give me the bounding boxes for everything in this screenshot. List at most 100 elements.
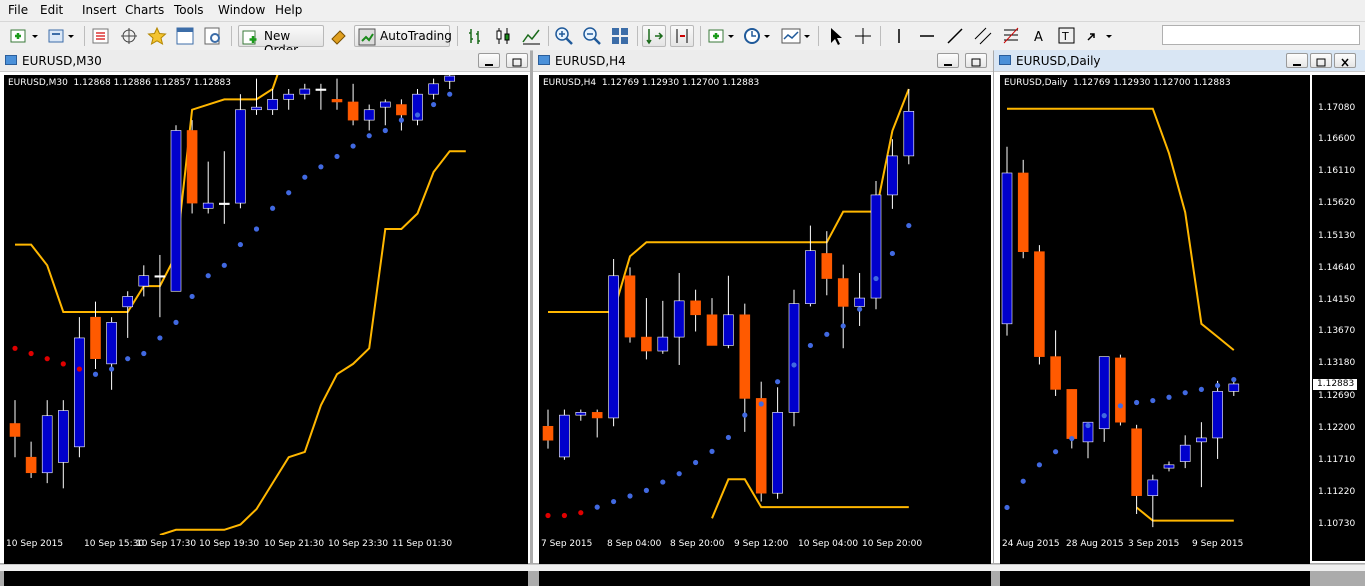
trendline-icon[interactable] bbox=[944, 25, 966, 47]
sar-dot bbox=[286, 190, 292, 196]
sar-dot bbox=[189, 293, 195, 300]
sar-dot bbox=[1231, 376, 1237, 383]
minimize-button[interactable] bbox=[1286, 53, 1308, 68]
bear-candle bbox=[690, 300, 701, 316]
new-chart-icon[interactable] bbox=[8, 25, 40, 47]
fibonacci-icon[interactable] bbox=[1000, 25, 1022, 47]
zoom-in-icon[interactable] bbox=[553, 25, 575, 47]
search-input[interactable] bbox=[1162, 25, 1360, 45]
favorites-icon[interactable] bbox=[146, 25, 168, 47]
envelope-lower-line bbox=[159, 150, 466, 535]
window-titlebar[interactable]: EURUSD,M30 bbox=[0, 50, 530, 72]
sar-dot bbox=[318, 164, 324, 170]
market-watch-icon[interactable] bbox=[90, 25, 112, 47]
new-order-icon bbox=[242, 30, 257, 45]
sar-dot bbox=[1198, 386, 1204, 393]
autotrading-icon bbox=[358, 28, 376, 46]
candlestick-chart-h4[interactable] bbox=[539, 75, 991, 535]
current-price-label: 1.12883 bbox=[1313, 378, 1357, 390]
navigator-icon[interactable] bbox=[118, 25, 140, 47]
chart-shift-icon[interactable] bbox=[670, 25, 694, 47]
time-axis: 24 Aug 2015 28 Aug 2015 3 Sep 2015 9 Sep 20… bbox=[1000, 536, 1310, 556]
crosshair-icon[interactable] bbox=[852, 25, 874, 47]
metaeditor-icon[interactable] bbox=[328, 25, 350, 47]
sar-dot bbox=[1101, 413, 1107, 419]
new-order-button[interactable]: New Order bbox=[238, 25, 324, 57]
toolbar: New Order AutoTrading bbox=[0, 22, 1365, 57]
time-label: 10 Sep 04:00 bbox=[798, 539, 859, 549]
sar-dot bbox=[1134, 399, 1140, 406]
sar-dot bbox=[1085, 422, 1091, 429]
sar-dot bbox=[873, 275, 879, 282]
sar-dot bbox=[1020, 478, 1026, 484]
bull-candle bbox=[379, 101, 391, 108]
minimize-button[interactable] bbox=[937, 53, 959, 68]
candlestick-chart-m30[interactable] bbox=[4, 75, 528, 535]
candlestick-icon[interactable] bbox=[492, 25, 514, 47]
vertical-line-icon[interactable] bbox=[888, 25, 910, 47]
chart-window-m30[interactable]: EURUSD,M30 EURUSD,M30 1.12868 1.12886 1.… bbox=[0, 50, 530, 586]
autotrading-label: AutoTrading bbox=[380, 29, 452, 43]
bear-candle bbox=[25, 456, 37, 474]
bear-candle bbox=[1066, 389, 1078, 439]
cursor-icon[interactable] bbox=[824, 25, 846, 47]
window-titlebar[interactable]: EURUSD,Daily bbox=[994, 50, 1365, 72]
sar-dot bbox=[742, 412, 748, 418]
zoom-out-icon[interactable] bbox=[581, 25, 603, 47]
arrows-icon[interactable] bbox=[1084, 25, 1116, 47]
price-chart[interactable]: EURUSD,M30 1.12868 1.12886 1.12857 1.128… bbox=[4, 75, 528, 586]
tile-windows-icon[interactable] bbox=[609, 25, 631, 47]
bull-candle bbox=[363, 109, 375, 121]
horizontal-line-icon[interactable] bbox=[916, 25, 938, 47]
menu-charts[interactable]: Charts bbox=[125, 3, 164, 17]
profiles-icon[interactable] bbox=[46, 25, 78, 47]
restore-button[interactable] bbox=[965, 53, 987, 68]
line-chart-icon[interactable] bbox=[520, 25, 542, 47]
sar-dot bbox=[906, 222, 912, 229]
minimize-button[interactable] bbox=[478, 53, 500, 68]
bull-candle bbox=[657, 336, 669, 352]
bull-candle bbox=[170, 130, 182, 292]
menu-insert[interactable]: Insert bbox=[82, 3, 116, 17]
menu-file[interactable]: File bbox=[8, 3, 28, 17]
time-label: 10 Sep 23:30 bbox=[328, 539, 389, 549]
chart-window-h4[interactable]: EURUSD,H4 EURUSD,H4 1.12769 1.12930 1.12… bbox=[533, 50, 993, 586]
templates-icon[interactable] bbox=[780, 25, 814, 47]
restore-button[interactable] bbox=[506, 53, 528, 68]
bar-chart-icon[interactable] bbox=[464, 25, 486, 47]
sar-dot bbox=[889, 250, 895, 257]
bull-candle bbox=[138, 275, 150, 287]
menu-edit[interactable]: Edit bbox=[40, 3, 63, 17]
price-chart[interactable]: EURUSD,H4 1.12769 1.12930 1.12700 1.1288… bbox=[539, 75, 991, 586]
time-label: 11 Sep 01:30 bbox=[392, 539, 453, 549]
window-titlebar[interactable]: EURUSD,H4 bbox=[533, 50, 993, 72]
text-icon[interactable]: A bbox=[1028, 25, 1050, 47]
chart-window-daily[interactable]: EURUSD,Daily EURUSD,Daily 1.12769 1.1293… bbox=[994, 50, 1365, 586]
restore-button[interactable] bbox=[1310, 53, 1332, 68]
bull-candle bbox=[1163, 464, 1175, 469]
price-label: 1.14150 bbox=[1318, 294, 1356, 305]
sar-dot bbox=[1215, 382, 1221, 389]
menu-tools[interactable]: Tools bbox=[174, 3, 204, 17]
equidistant-channel-icon[interactable] bbox=[972, 25, 994, 47]
candlestick-chart-daily[interactable] bbox=[1000, 75, 1310, 535]
price-chart[interactable]: EURUSD,Daily 1.12769 1.12930 1.12700 1.1… bbox=[1000, 75, 1310, 586]
chart-info-label: EURUSD,H4 1.12769 1.12930 1.12700 1.1288… bbox=[543, 78, 760, 88]
bear-candle bbox=[542, 425, 554, 441]
sar-dot bbox=[725, 434, 731, 441]
sar-dot bbox=[173, 319, 179, 325]
indicators-icon[interactable] bbox=[706, 25, 738, 47]
menu-window[interactable]: Window bbox=[218, 3, 265, 17]
auto-scroll-icon[interactable] bbox=[642, 25, 666, 47]
strategy-tester-icon[interactable] bbox=[202, 25, 224, 47]
text-label-icon[interactable]: T bbox=[1056, 25, 1078, 47]
menu-help[interactable]: Help bbox=[275, 3, 302, 17]
data-window-icon[interactable] bbox=[174, 25, 196, 47]
bull-candle bbox=[608, 275, 619, 419]
close-button[interactable] bbox=[1334, 53, 1356, 68]
autotrading-button[interactable]: AutoTrading bbox=[354, 25, 452, 47]
bull-candle bbox=[122, 296, 133, 308]
time-label: 10 Sep 20:00 bbox=[862, 539, 923, 549]
bear-candle bbox=[331, 99, 343, 103]
periods-icon[interactable] bbox=[742, 25, 774, 47]
